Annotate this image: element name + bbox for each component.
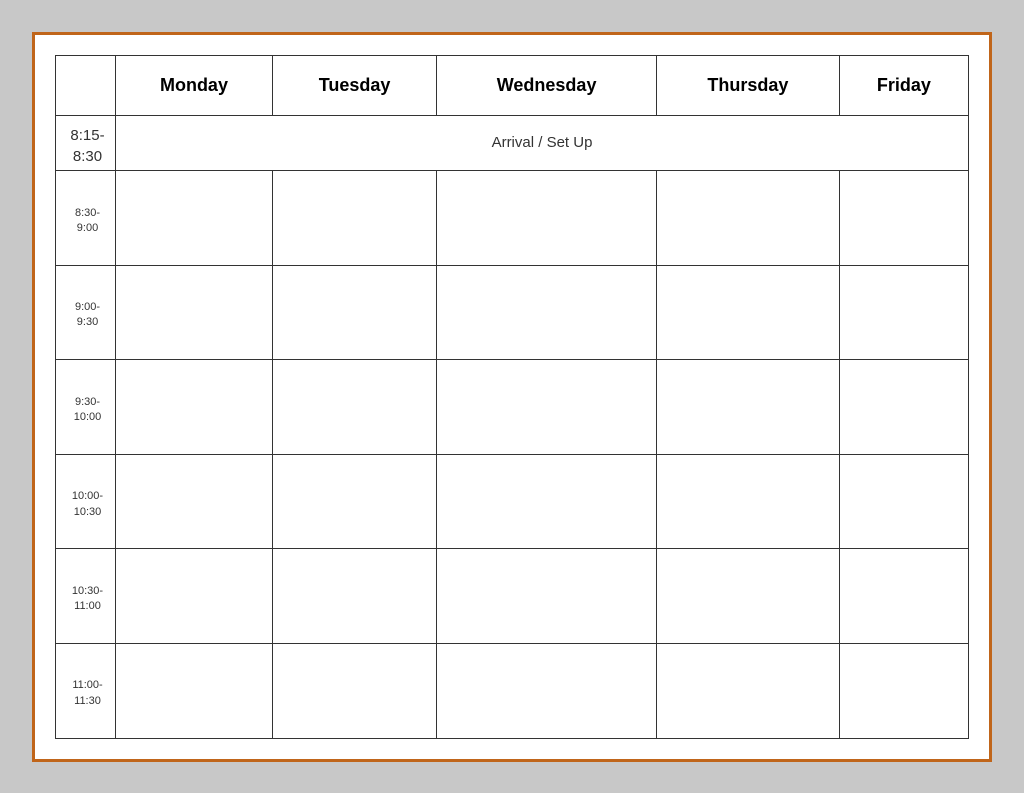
cell-tue-1100[interactable]	[272, 643, 436, 738]
cell-fri-930[interactable]	[839, 360, 968, 455]
row-1000-1030: 10:00-10:30	[56, 454, 969, 549]
cell-wed-830[interactable]	[437, 171, 657, 266]
cell-fri-1100[interactable]	[839, 643, 968, 738]
cell-wed-900[interactable]	[437, 265, 657, 360]
arrival-row: 8:15-8:30 Arrival / Set Up	[56, 115, 969, 171]
cell-fri-830[interactable]	[839, 171, 968, 266]
cell-mon-930[interactable]	[116, 360, 273, 455]
cell-mon-1000[interactable]	[116, 454, 273, 549]
cell-wed-1100[interactable]	[437, 643, 657, 738]
cell-thu-1100[interactable]	[657, 643, 840, 738]
arrival-cell: Arrival / Set Up	[116, 115, 969, 171]
time-slot-815: 8:15-8:30	[56, 115, 116, 171]
time-slot-1100: 11:00-11:30	[56, 643, 116, 738]
cell-thu-1030[interactable]	[657, 549, 840, 644]
cell-fri-1000[interactable]	[839, 454, 968, 549]
header-tuesday: Tuesday	[272, 55, 436, 115]
header-friday: Friday	[839, 55, 968, 115]
header-empty-cell	[56, 55, 116, 115]
cell-wed-1030[interactable]	[437, 549, 657, 644]
cell-thu-830[interactable]	[657, 171, 840, 266]
cell-mon-900[interactable]	[116, 265, 273, 360]
cell-fri-1030[interactable]	[839, 549, 968, 644]
time-slot-900: 9:00-9:30	[56, 265, 116, 360]
cell-tue-900[interactable]	[272, 265, 436, 360]
row-930-1000: 9:30-10:00	[56, 360, 969, 455]
cell-mon-1030[interactable]	[116, 549, 273, 644]
time-slot-930: 9:30-10:00	[56, 360, 116, 455]
cell-tue-1000[interactable]	[272, 454, 436, 549]
header-monday: Monday	[116, 55, 273, 115]
time-slot-1030: 10:30-11:00	[56, 549, 116, 644]
header-thursday: Thursday	[657, 55, 840, 115]
page: Monday Tuesday Wednesday Thursday Friday…	[32, 32, 992, 762]
time-slot-1000: 10:00-10:30	[56, 454, 116, 549]
row-1100-1130: 11:00-11:30	[56, 643, 969, 738]
cell-tue-1030[interactable]	[272, 549, 436, 644]
cell-thu-900[interactable]	[657, 265, 840, 360]
cell-mon-830[interactable]	[116, 171, 273, 266]
cell-thu-930[interactable]	[657, 360, 840, 455]
cell-mon-1100[interactable]	[116, 643, 273, 738]
cell-tue-930[interactable]	[272, 360, 436, 455]
cell-wed-930[interactable]	[437, 360, 657, 455]
header-row: Monday Tuesday Wednesday Thursday Friday	[56, 55, 969, 115]
schedule-table: Monday Tuesday Wednesday Thursday Friday…	[55, 55, 969, 739]
cell-tue-830[interactable]	[272, 171, 436, 266]
time-slot-830: 8:30-9:00	[56, 171, 116, 266]
cell-wed-1000[interactable]	[437, 454, 657, 549]
header-wednesday: Wednesday	[437, 55, 657, 115]
row-1030-1100: 10:30-11:00	[56, 549, 969, 644]
row-830-900: 8:30-9:00	[56, 171, 969, 266]
cell-thu-1000[interactable]	[657, 454, 840, 549]
row-900-930: 9:00-9:30	[56, 265, 969, 360]
cell-fri-900[interactable]	[839, 265, 968, 360]
